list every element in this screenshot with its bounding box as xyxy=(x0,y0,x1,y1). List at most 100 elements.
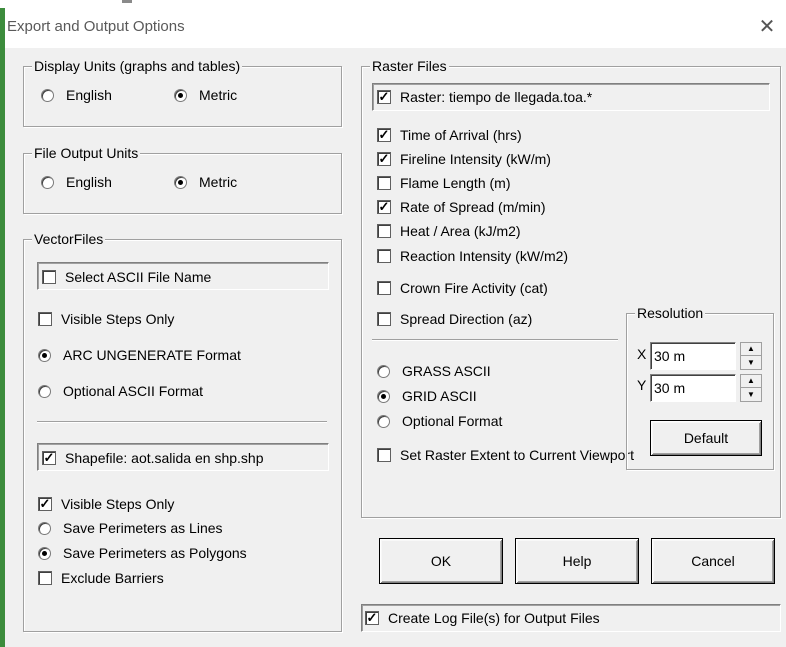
grass-ascii-label: GRASS ASCII xyxy=(402,363,491,379)
background-edge xyxy=(0,0,786,8)
checkbox-icon xyxy=(377,448,391,462)
radio-icon xyxy=(38,384,51,398)
raster-files-group: Raster Files ✓ Raster: tiempo de llegada… xyxy=(361,58,781,518)
file-output-units-group: File Output Units English Metric xyxy=(23,145,342,214)
checkbox-icon xyxy=(377,224,391,238)
raster-file-label: Raster: tiempo de llegada.toa.* xyxy=(400,89,593,105)
radio-selected-icon xyxy=(38,546,51,560)
checkmark-icon: ✓ xyxy=(42,450,56,465)
spin-down-icon[interactable]: ▼ xyxy=(741,356,761,369)
raster-output-label: Reaction Intensity (kW/m2) xyxy=(400,248,569,264)
grid-ascii-radio[interactable]: GRID ASCII xyxy=(377,388,477,404)
optional-format-radio[interactable]: Optional Format xyxy=(377,413,502,429)
resolution-x-label: X xyxy=(637,346,647,362)
checkmark-icon: ✓ xyxy=(377,151,391,166)
save-perimeters-lines-radio[interactable]: Save Perimeters as Lines xyxy=(38,520,223,536)
shp-visible-steps-checkbox[interactable]: ✓ Visible Steps Only xyxy=(38,496,174,512)
raster-output-label: Time of Arrival (hrs) xyxy=(400,127,522,143)
raster-output-label: Fireline Intensity (kW/m) xyxy=(400,151,551,167)
resolution-y-spinner[interactable]: ▲ ▼ xyxy=(740,374,762,402)
checkbox-icon xyxy=(377,176,391,190)
checkbox-icon xyxy=(377,249,391,263)
set-raster-extent-label: Set Raster Extent to Current Viewport xyxy=(400,447,634,463)
checkbox-icon xyxy=(38,312,52,326)
create-log-file-checkbox[interactable]: ✓ Create Log File(s) for Output Files xyxy=(365,610,600,626)
optional-ascii-label: Optional ASCII Format xyxy=(63,383,204,399)
display-units-group: Display Units (graphs and tables) Englis… xyxy=(23,58,342,127)
spin-down-icon[interactable]: ▼ xyxy=(741,388,761,401)
exclude-barriers-label: Exclude Barriers xyxy=(61,570,164,586)
checkbox-icon xyxy=(42,270,56,284)
raster-output-label: Rate of Spread (m/min) xyxy=(400,199,546,215)
radio-selected-icon xyxy=(38,348,51,362)
grid-ascii-label: GRID ASCII xyxy=(402,388,477,404)
checkbox-icon xyxy=(377,312,391,326)
raster-output-spread-direction[interactable]: Spread Direction (az) xyxy=(377,311,532,327)
optional-ascii-radio[interactable]: Optional ASCII Format xyxy=(38,383,203,399)
raster-file-checkbox[interactable]: ✓ Raster: tiempo de llegada.toa.* xyxy=(377,89,592,105)
raster-output-label: Spread Direction (az) xyxy=(400,311,533,327)
vector-files-group: VectorFiles Select ASCII File Name Visib… xyxy=(23,231,342,632)
optional-format-label: Optional Format xyxy=(402,413,503,429)
radio-selected-icon xyxy=(377,389,390,403)
spin-up-icon[interactable]: ▲ xyxy=(741,375,761,388)
raster-output-crown-fire[interactable]: Crown Fire Activity (cat) xyxy=(377,280,548,296)
visible-steps-only-checkbox[interactable]: Visible Steps Only xyxy=(38,311,174,327)
raster-files-legend: Raster Files xyxy=(370,58,449,74)
checkbox-icon xyxy=(38,571,52,585)
checkmark-icon: ✓ xyxy=(377,127,391,142)
dialog-client-area: Display Units (graphs and tables) Englis… xyxy=(5,48,786,647)
ok-button[interactable]: OK xyxy=(379,538,503,584)
arc-ungenerate-radio[interactable]: ARC UNGENERATE Format xyxy=(38,347,241,363)
file-output-units-legend: File Output Units xyxy=(32,145,141,161)
window-title: Export and Output Options xyxy=(7,18,185,35)
grass-ascii-radio[interactable]: GRASS ASCII xyxy=(377,363,491,379)
save-perimeters-lines-label: Save Perimeters as Lines xyxy=(63,520,223,536)
raster-output-reaction-intensity[interactable]: Reaction Intensity (kW/m2) xyxy=(377,248,568,264)
export-output-dialog: Export and Output Options ✕ Display Unit… xyxy=(0,0,786,647)
title-bar[interactable]: Export and Output Options ✕ xyxy=(5,8,786,48)
shapefile-label: Shapefile: aot.salida en shp.shp xyxy=(65,450,264,466)
file-output-metric-radio[interactable]: Metric xyxy=(174,174,237,190)
resolution-x-input[interactable]: 30 m xyxy=(650,342,736,370)
checkmark-icon: ✓ xyxy=(38,496,52,511)
resolution-default-button[interactable]: Default xyxy=(650,420,762,456)
resolution-y-label: Y xyxy=(637,377,647,393)
save-perimeters-polygons-radio[interactable]: Save Perimeters as Polygons xyxy=(38,545,247,561)
resolution-legend: Resolution xyxy=(635,305,706,321)
resolution-x-spinner[interactable]: ▲ ▼ xyxy=(740,342,762,370)
raster-output-time-of-arrival[interactable]: ✓ Time of Arrival (hrs) xyxy=(377,127,522,143)
display-units-english-radio[interactable]: English xyxy=(41,87,112,103)
file-output-english-radio[interactable]: English xyxy=(41,174,112,190)
spin-up-icon[interactable]: ▲ xyxy=(741,343,761,356)
checkmark-icon: ✓ xyxy=(365,610,379,625)
raster-output-rate-of-spread[interactable]: ✓ Rate of Spread (m/min) xyxy=(377,199,546,215)
resolution-y-input[interactable]: 30 m xyxy=(650,374,736,402)
raster-output-fireline-intensity[interactable]: ✓ Fireline Intensity (kW/m) xyxy=(377,151,551,167)
save-perimeters-polygons-label: Save Perimeters as Polygons xyxy=(63,545,247,561)
display-units-metric-radio[interactable]: Metric xyxy=(174,87,237,103)
checkmark-icon: ✓ xyxy=(377,89,391,104)
create-log-file-label: Create Log File(s) for Output Files xyxy=(388,610,600,626)
arc-ungenerate-label: ARC UNGENERATE Format xyxy=(63,347,241,363)
radio-icon xyxy=(377,364,390,378)
shapefile-checkbox[interactable]: ✓ Shapefile: aot.salida en shp.shp xyxy=(42,450,263,466)
radio-selected-icon xyxy=(174,88,187,102)
raster-output-heat-area[interactable]: Heat / Area (kJ/m2) xyxy=(377,223,521,239)
raster-output-label: Crown Fire Activity (cat) xyxy=(400,280,548,296)
close-icon[interactable]: ✕ xyxy=(756,16,778,38)
radio-icon xyxy=(38,521,51,535)
help-button[interactable]: Help xyxy=(515,538,639,584)
raster-output-flame-length[interactable]: Flame Length (m) xyxy=(377,175,510,191)
visible-steps-only-label: Visible Steps Only xyxy=(61,311,175,327)
vector-files-legend: VectorFiles xyxy=(32,231,106,247)
select-ascii-checkbox[interactable]: Select ASCII File Name xyxy=(42,269,211,285)
cancel-button[interactable]: Cancel xyxy=(651,538,775,584)
checkmark-icon: ✓ xyxy=(377,199,391,214)
checkbox-icon xyxy=(377,281,391,295)
radio-selected-icon xyxy=(174,175,187,189)
exclude-barriers-checkbox[interactable]: Exclude Barriers xyxy=(38,570,164,586)
resolution-group: Resolution X 30 m ▲ ▼ Y 30 m ▲ ▼ Default xyxy=(626,305,774,470)
set-raster-extent-checkbox[interactable]: Set Raster Extent to Current Viewport xyxy=(377,447,634,463)
display-units-metric-label: Metric xyxy=(199,87,238,103)
